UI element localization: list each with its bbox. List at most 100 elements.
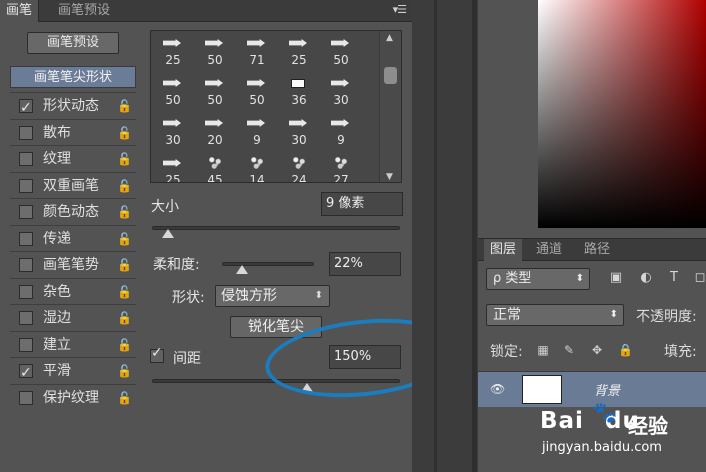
lock-icon[interactable]: 🔓 <box>117 199 132 225</box>
size-slider-thumb[interactable] <box>162 229 174 238</box>
brush-tip-cell[interactable]: 50 <box>321 33 361 71</box>
brush-tip-cell[interactable]: 20 <box>195 113 235 151</box>
type-filter-icon[interactable]: T <box>666 270 682 286</box>
brush-tip-shape-item[interactable]: 画笔笔尖形状 <box>10 66 136 88</box>
brush-tip-cell[interactable]: 50 <box>153 73 193 111</box>
size-field[interactable]: 9 像素 <box>321 192 403 216</box>
option-checkbox[interactable] <box>19 311 33 325</box>
lock-transparent-icon[interactable]: ▦ <box>536 343 550 357</box>
option-checkbox[interactable] <box>19 178 33 193</box>
brush-tip-grid[interactable]: 25 50 71 25 50 50 50 50 36 30 30 20 9 30 9 25 45 14 24 27 ▲… <box>150 30 402 183</box>
brush-tip-cell[interactable]: 24 <box>279 153 319 182</box>
tab-brush-presets[interactable]: 画笔预设 <box>52 0 116 22</box>
option-label: 保护纹理 <box>43 389 99 406</box>
option-checkbox[interactable] <box>19 231 33 246</box>
tab-paths[interactable]: 路径 <box>578 239 616 261</box>
lock-icon[interactable]: 🔓 <box>117 226 132 252</box>
option-checkbox[interactable] <box>19 337 33 352</box>
brush-option-row[interactable]: 湿边 🔓 <box>10 304 136 331</box>
brush-tip-cell[interactable]: 50 <box>195 73 235 111</box>
option-checkbox[interactable] <box>19 284 33 299</box>
brush-tip-cell[interactable]: 25 <box>153 153 193 182</box>
brush-option-row[interactable]: 平滑 🔓 <box>10 357 136 386</box>
option-checkbox[interactable] <box>19 95 33 121</box>
panel-menu-icon[interactable]: ▾☰ <box>393 3 407 16</box>
shape-filter-icon[interactable]: ◻ <box>692 270 706 286</box>
brush-tip-cell[interactable]: 50 <box>237 73 277 111</box>
brush-option-row[interactable]: 画笔笔势 🔓 <box>10 251 136 278</box>
lock-icon[interactable]: 🔓 <box>117 332 132 358</box>
option-checkbox[interactable] <box>19 152 33 166</box>
shape-select[interactable]: 侵蚀方形 ⬍ <box>215 285 330 307</box>
lock-icon[interactable]: 🔓 <box>117 385 132 411</box>
lock-icon[interactable]: 🔓 <box>117 358 132 384</box>
brush-option-row[interactable]: 颜色动态 🔓 <box>10 198 136 225</box>
brush-option-row[interactable]: 建立 🔓 <box>10 330 136 358</box>
brush-tip-cell[interactable]: 30 <box>153 113 193 151</box>
scroll-down-icon[interactable]: ▼ <box>386 172 393 182</box>
hardness-field[interactable]: 22% <box>329 252 401 276</box>
dock-divider-right <box>472 0 477 472</box>
brush-tip-cell[interactable]: 9 <box>237 113 277 151</box>
size-label: 大小 <box>151 199 179 215</box>
brush-tip-cell[interactable]: 25 <box>153 33 193 71</box>
layer-filter-value: ρ 类型 <box>493 271 532 286</box>
lock-icon[interactable]: 🔓 <box>117 279 132 305</box>
brush-tip-arrow-icon <box>247 79 265 87</box>
brush-option-row[interactable]: 纹理 🔓 <box>10 145 136 172</box>
lock-icon[interactable]: 🔓 <box>117 93 132 119</box>
brush-option-row[interactable]: 保护纹理 🔓 <box>10 383 136 411</box>
lock-icon[interactable]: 🔓 <box>117 120 132 146</box>
brush-option-row[interactable]: 杂色 🔓 <box>10 277 136 305</box>
brush-tip-arrow-icon <box>331 119 349 127</box>
option-checkbox[interactable] <box>19 205 33 219</box>
brush-tip-cell[interactable]: 25 <box>279 33 319 71</box>
brush-option-row[interactable]: 散布 🔓 <box>10 118 136 146</box>
option-checkbox[interactable] <box>19 360 33 386</box>
brush-option-row[interactable]: 形状动态 🔓 <box>10 92 136 121</box>
option-label: 杂色 <box>43 283 71 300</box>
tab-channels[interactable]: 通道 <box>530 239 568 261</box>
scroll-thumb[interactable] <box>384 67 397 84</box>
color-gradient[interactable] <box>538 0 706 228</box>
layer-filter-select[interactable]: ρ 类型 ⬍ <box>486 268 590 290</box>
hardness-slider-thumb[interactable] <box>236 265 249 274</box>
tip-grid-scrollbar[interactable]: ▲ ▼ <box>379 31 401 182</box>
brush-tip-cell[interactable]: 71 <box>237 33 277 71</box>
option-checkbox[interactable] <box>19 258 33 272</box>
lock-icon[interactable]: 🔓 <box>117 173 132 199</box>
brush-tip-arrow-icon <box>163 119 181 127</box>
tab-layers[interactable]: 图层 <box>484 239 523 261</box>
lock-icon[interactable]: 🔓 <box>117 146 132 172</box>
brush-tip-cell[interactable]: 50 <box>195 33 235 71</box>
brush-tip-cell[interactable]: 45 <box>195 153 235 183</box>
brush-tip-cell[interactable]: 9 <box>321 113 361 151</box>
brush-presets-button[interactable]: 画笔预设 <box>27 32 119 54</box>
adjustment-filter-icon[interactable]: ◐ <box>638 270 654 286</box>
tip-size: 20 <box>207 133 223 147</box>
lock-icon[interactable]: 🔓 <box>117 252 132 278</box>
tip-size: 14 <box>249 173 265 183</box>
lock-all-icon[interactable]: 🔒 <box>618 343 633 357</box>
tip-size: 45 <box>207 173 223 183</box>
visibility-eye-icon[interactable]: 👁 <box>490 382 505 396</box>
blend-mode-select[interactable]: 正常 ⬍ <box>486 304 624 326</box>
brush-tip-cell[interactable]: 14 <box>237 153 277 183</box>
brush-option-row[interactable]: 传递 🔓 <box>10 224 136 252</box>
option-checkbox[interactable] <box>19 125 33 140</box>
lock-icon[interactable]: 🔓 <box>117 305 132 331</box>
brush-tip-cell[interactable]: 27 <box>321 153 361 182</box>
scroll-up-icon[interactable]: ▲ <box>386 33 393 43</box>
brush-tip-cell[interactable]: 30 <box>321 73 361 111</box>
tab-brush[interactable]: 画笔 <box>0 0 40 22</box>
color-picker-area[interactable] <box>478 0 706 232</box>
brush-tip-cell[interactable]: 30 <box>279 113 319 151</box>
option-checkbox[interactable] <box>19 390 33 405</box>
size-slider[interactable] <box>152 226 400 230</box>
brush-option-row[interactable]: 双重画笔 🔓 <box>10 171 136 199</box>
spacing-checkbox[interactable] <box>150 345 164 363</box>
brush-tip-cell[interactable]: 36 <box>279 73 319 111</box>
lock-position-icon[interactable]: ✥ <box>590 343 604 357</box>
image-filter-icon[interactable]: ▣ <box>608 270 624 286</box>
lock-image-icon[interactable]: ✎ <box>562 343 576 357</box>
